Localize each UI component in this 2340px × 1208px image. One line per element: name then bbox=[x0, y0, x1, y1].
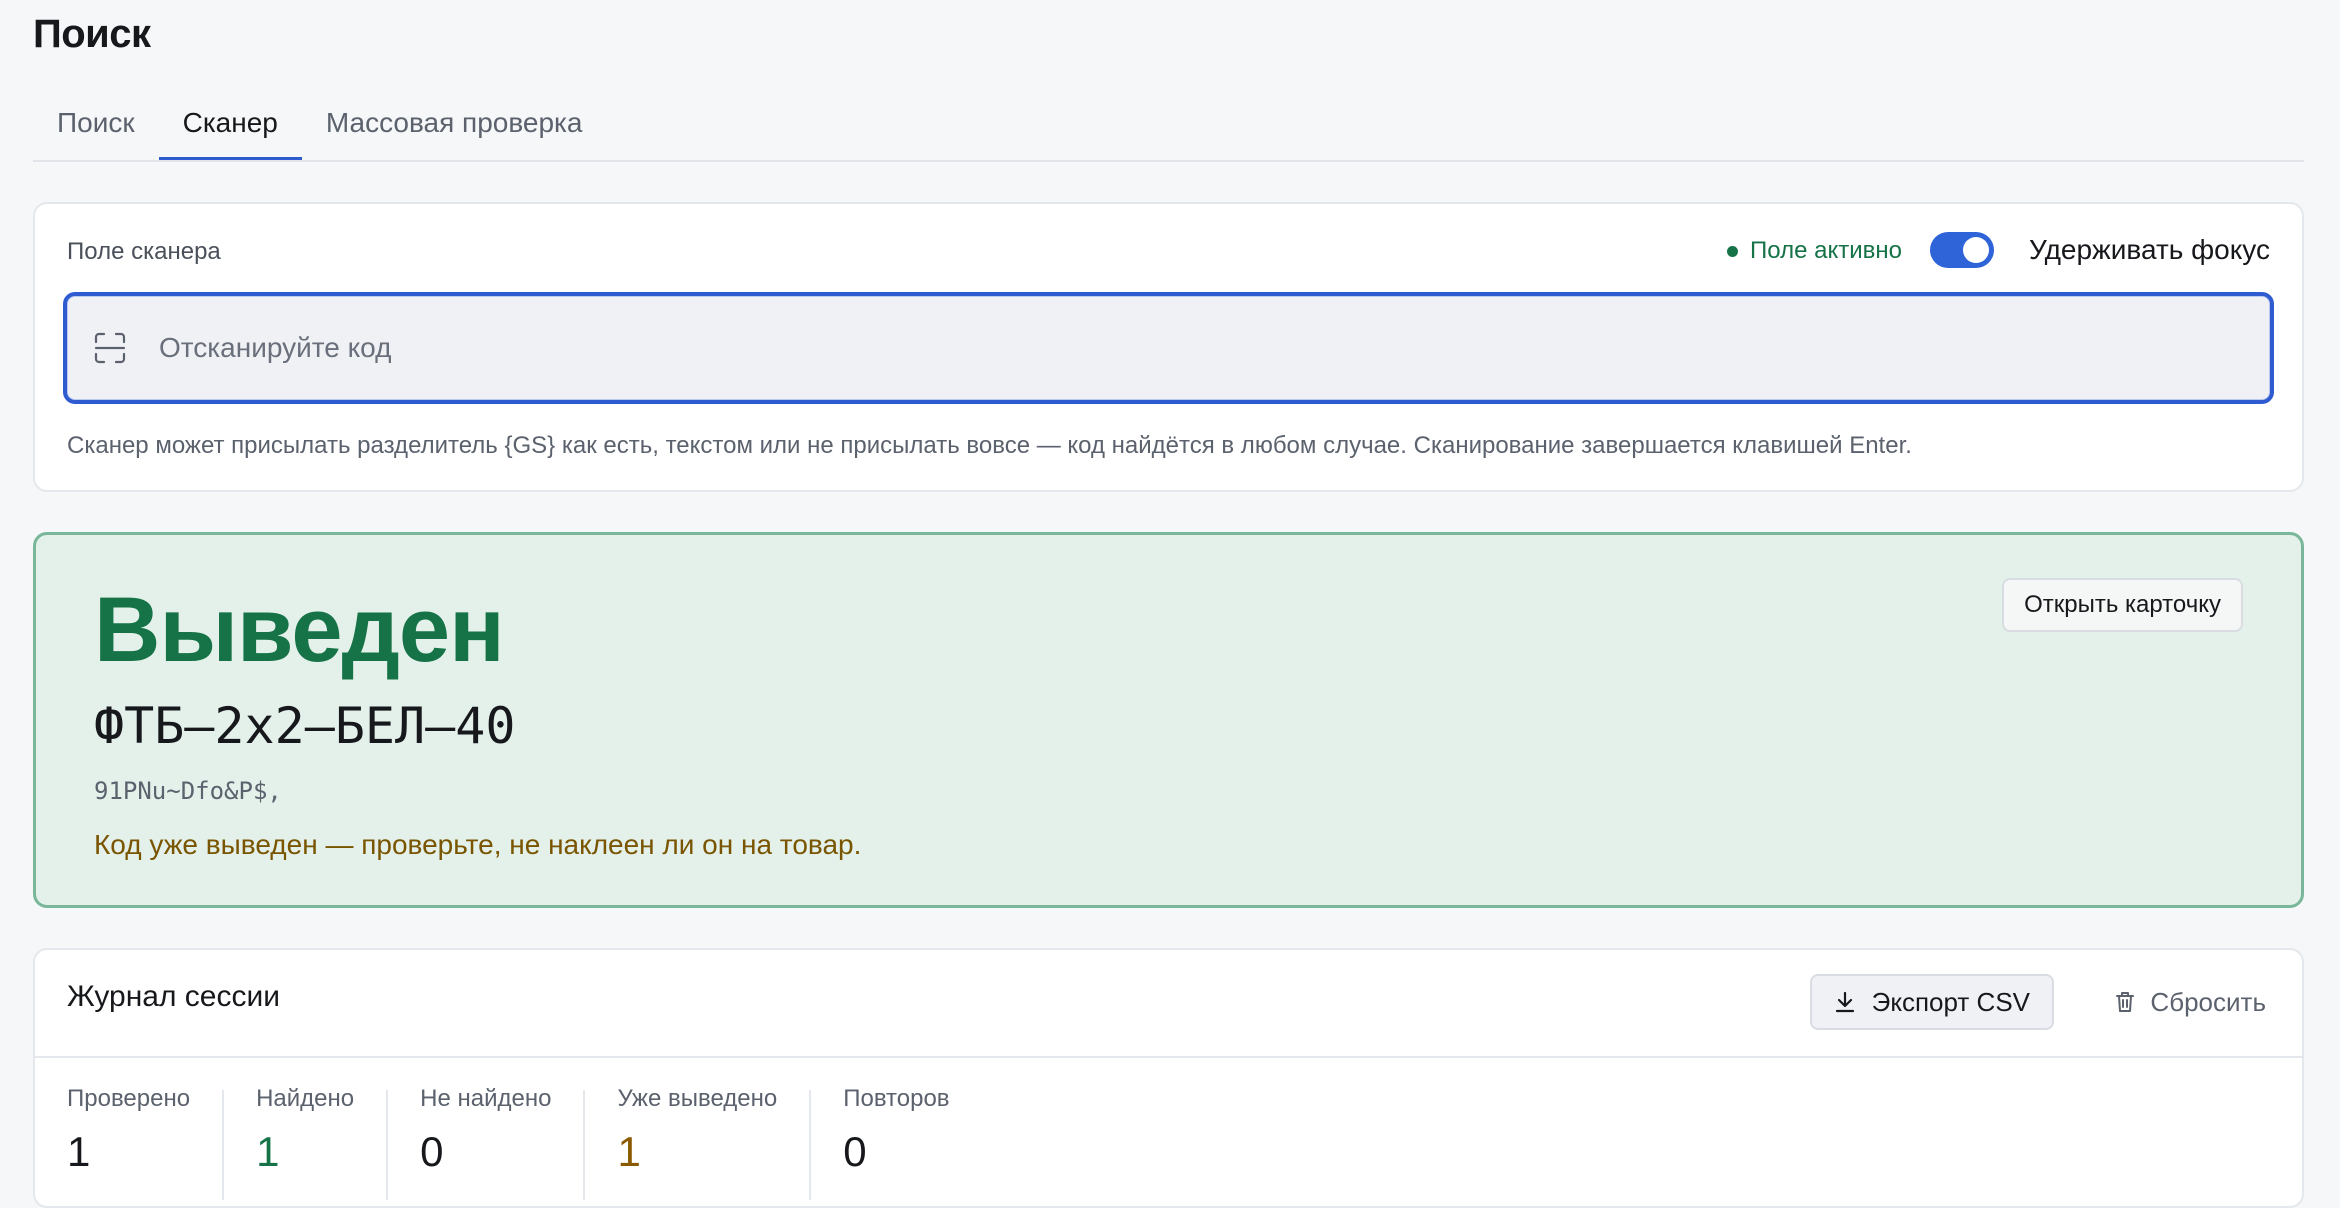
stat-label: Повторов bbox=[843, 1085, 950, 1112]
session-log-title: Журнал сессии bbox=[67, 980, 281, 1013]
export-csv-button[interactable]: Экспорт CSV bbox=[1809, 974, 2054, 1030]
stat-not-found: Не найдено 0 bbox=[388, 1085, 586, 1200]
stat-label: Найдено bbox=[256, 1085, 355, 1112]
scanner-hint: Сканер может присылать разделитель {GS} … bbox=[67, 432, 1912, 459]
result-code: 91PNu~Dfo&P$, bbox=[94, 777, 282, 805]
reset-button[interactable]: Сбросить bbox=[2114, 974, 2266, 1030]
stat-value: 0 bbox=[843, 1128, 867, 1175]
toggle-knob bbox=[1963, 237, 1989, 263]
tab-bar: Поиск Сканер Массовая проверка bbox=[33, 92, 2304, 162]
log-divider bbox=[35, 1056, 2302, 1058]
status-dot-icon bbox=[1727, 245, 1739, 257]
scanner-field-label: Поле сканера bbox=[67, 238, 221, 265]
download-icon bbox=[1835, 991, 1854, 1013]
stat-value: 1 bbox=[617, 1128, 641, 1175]
stat-value: 0 bbox=[420, 1128, 444, 1175]
result-warning: Код уже выведен — проверьте, не наклеен … bbox=[94, 829, 862, 860]
stat-label: Уже выведено bbox=[617, 1085, 778, 1112]
open-card-button[interactable]: Открыть карточку bbox=[2002, 578, 2243, 632]
stat-found: Найдено 1 bbox=[224, 1085, 389, 1200]
scan-input-box[interactable] bbox=[63, 292, 2274, 404]
keep-focus-label: Удерживать фокус bbox=[2028, 234, 2270, 265]
stat-label: Не найдено bbox=[420, 1085, 552, 1112]
stat-label: Проверено bbox=[67, 1085, 191, 1112]
scan-input[interactable] bbox=[157, 295, 2270, 401]
stat-checked: Проверено 1 bbox=[35, 1085, 225, 1200]
reset-label: Сбросить bbox=[2150, 986, 2266, 1017]
export-csv-label: Экспорт CSV bbox=[1871, 986, 2030, 1017]
scan-result-card: Выведен ФТБ–2x2–БЕЛ–40 91PNu~Dfo&P$, Код… bbox=[33, 532, 2304, 908]
tab-search[interactable]: Поиск bbox=[33, 92, 159, 160]
keep-focus-toggle[interactable] bbox=[1930, 232, 1994, 268]
trash-icon bbox=[2116, 992, 2135, 1012]
stat-value: 1 bbox=[256, 1128, 280, 1175]
field-active-status: Поле активно bbox=[1727, 237, 1902, 265]
scanner-card: Поле сканера Поле активно Удерживать фок… bbox=[33, 202, 2304, 492]
result-status: Выведен bbox=[94, 579, 505, 681]
session-log-card: Журнал сессии Экспорт CSV Сбросить Прове… bbox=[33, 948, 2304, 1208]
stat-value: 1 bbox=[67, 1128, 91, 1175]
session-stats: Проверено 1 Найдено 1 Не найдено 0 Уже в… bbox=[35, 1085, 982, 1200]
field-active-text: Поле активно bbox=[1750, 237, 1902, 264]
result-sku: ФТБ–2x2–БЕЛ–40 bbox=[94, 697, 516, 755]
stat-repeats: Повторов 0 bbox=[811, 1085, 981, 1200]
page-title: Поиск bbox=[33, 12, 151, 56]
tab-bulk-check[interactable]: Массовая проверка bbox=[302, 92, 607, 160]
stat-already-withdrawn: Уже выведено 1 bbox=[585, 1085, 812, 1200]
scan-frame-icon bbox=[94, 332, 126, 364]
tab-scanner[interactable]: Сканер bbox=[158, 92, 302, 160]
